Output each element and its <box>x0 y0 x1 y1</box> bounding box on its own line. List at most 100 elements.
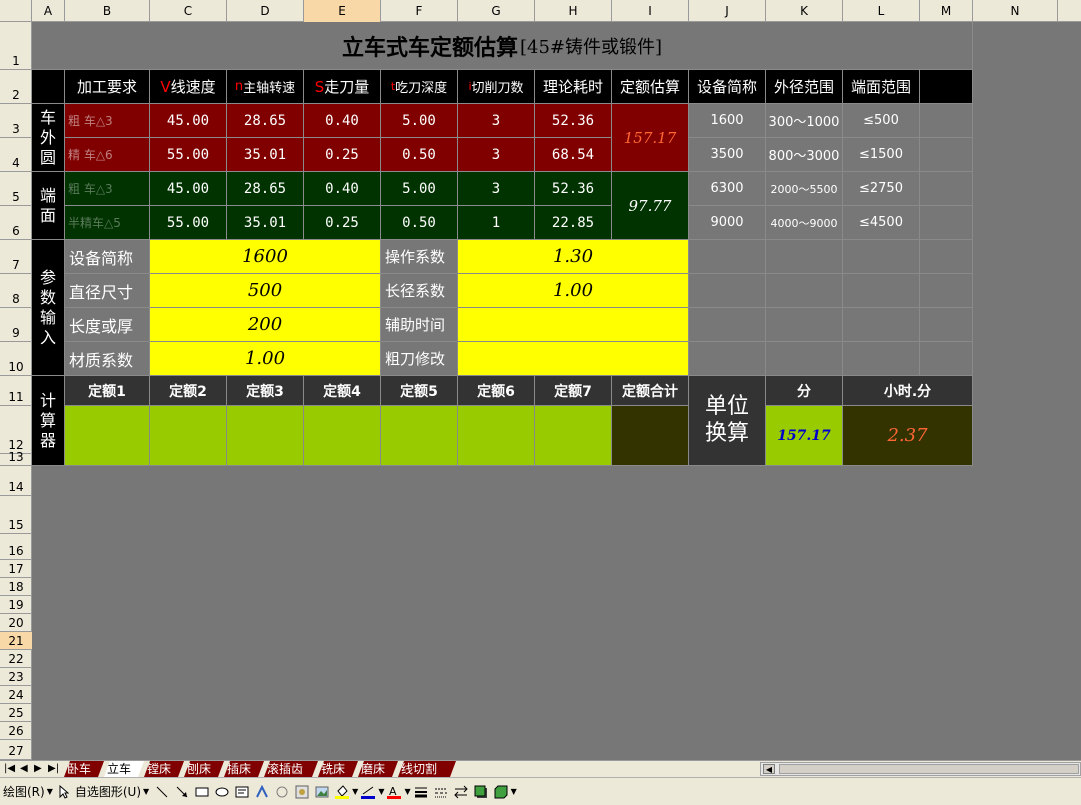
calc-input-6[interactable] <box>458 406 535 466</box>
row-header-2[interactable]: 2 <box>0 70 32 104</box>
row-header-9[interactable]: 9 <box>0 308 32 342</box>
face-row-2-n[interactable]: 35.01 <box>227 206 304 240</box>
param-aux-input[interactable] <box>458 308 689 342</box>
param-rough-label[interactable]: 粗刀修改 <box>381 342 458 376</box>
line-color-dropdown-icon[interactable]: ▼ <box>378 787 384 796</box>
select-pointer-icon[interactable] <box>59 784 70 799</box>
tab-first-icon[interactable]: |◀ <box>4 761 15 777</box>
section-label-face[interactable]: 端 面 <box>32 172 65 240</box>
column-header-M[interactable]: M <box>920 0 973 22</box>
face-row-1-s[interactable]: 0.40 <box>304 172 381 206</box>
header-estimate[interactable]: 定额估算 <box>612 70 689 104</box>
empty-cell[interactable] <box>689 342 766 376</box>
row-header-8[interactable]: 8 <box>0 274 32 308</box>
diagram-icon[interactable] <box>275 785 289 799</box>
sheet-tab-gunchachi[interactable]: 滚插齿 <box>264 761 318 777</box>
row-header-20[interactable]: 20 <box>0 614 32 632</box>
header-theory-time[interactable]: 理论耗时 <box>535 70 612 104</box>
column-header-K[interactable]: K <box>766 0 843 22</box>
tab-last-icon[interactable]: ▶| <box>48 761 59 777</box>
calc-header-4[interactable]: 定额4 <box>304 376 381 406</box>
column-header-G[interactable]: G <box>458 0 535 22</box>
face-row-1-v[interactable]: 45.00 <box>150 172 227 206</box>
face-row-2-i[interactable]: 1 <box>458 206 535 240</box>
shadow-style-icon[interactable] <box>474 785 488 799</box>
sheet-tab-xichuang[interactable]: 铣床 <box>318 761 358 777</box>
row-header-11[interactable]: 11 <box>0 376 32 406</box>
row-header-18[interactable]: 18 <box>0 578 32 596</box>
param-dia-input[interactable]: 500 <box>150 274 381 308</box>
row-header-4[interactable]: 4 <box>0 138 32 172</box>
equip-row-2-outer[interactable]: 800～3000 <box>766 138 843 172</box>
face-row-2-time[interactable]: 22.85 <box>535 206 612 240</box>
column-header-I[interactable]: I <box>612 0 689 22</box>
select-all-corner[interactable] <box>0 0 32 22</box>
calc-total-header[interactable]: 定额合计 <box>612 376 689 406</box>
line-color-icon[interactable] <box>361 785 376 799</box>
row-header-6[interactable]: 6 <box>0 206 32 240</box>
face-row-2-s[interactable]: 0.25 <box>304 206 381 240</box>
empty-cell[interactable] <box>843 274 920 308</box>
equip-row-2-face[interactable]: ≤1500 <box>843 138 920 172</box>
empty-cell[interactable] <box>843 240 920 274</box>
face-row-1-time[interactable]: 52.36 <box>535 172 612 206</box>
header-processing[interactable]: 加工要求 <box>65 70 150 104</box>
header-cutting-speed[interactable]: V 线速度 <box>150 70 227 104</box>
empty-cell[interactable] <box>689 274 766 308</box>
outer-row-1-v[interactable]: 45.00 <box>150 104 227 138</box>
empty-cell[interactable] <box>766 308 843 342</box>
row-header-26[interactable]: 26 <box>0 722 32 740</box>
row-header-17[interactable]: 17 <box>0 560 32 578</box>
outer-row-2-t[interactable]: 0.50 <box>381 138 458 172</box>
hours-header[interactable]: 小时.分 <box>843 376 973 406</box>
header-feed[interactable]: S 走刀量 <box>304 70 381 104</box>
outer-row-1-s[interactable]: 0.40 <box>304 104 381 138</box>
3d-style-icon[interactable] <box>494 785 508 799</box>
header-passes[interactable]: i 切削刀数 <box>458 70 535 104</box>
section-label-calc[interactable]: 计 算 器 <box>32 376 65 466</box>
font-color-icon[interactable]: A <box>387 785 402 799</box>
equip-row-3-blank[interactable] <box>920 172 973 206</box>
arrow-style-icon[interactable] <box>453 785 468 799</box>
face-row-1-t[interactable]: 5.00 <box>381 172 458 206</box>
column-header-J[interactable]: J <box>689 0 766 22</box>
equip-row-1-outer[interactable]: 300～1000 <box>766 104 843 138</box>
param-mat-label[interactable]: 材质系数 <box>65 342 150 376</box>
column-header-L[interactable]: L <box>843 0 920 22</box>
empty-cell[interactable] <box>766 240 843 274</box>
row-header-1[interactable]: 1 <box>0 22 32 70</box>
autoshape-menu-button[interactable]: 自选图形(U) ▼ <box>75 783 149 800</box>
param-equip-input[interactable]: 1600 <box>150 240 381 274</box>
outer-row-2-i[interactable]: 3 <box>458 138 535 172</box>
empty-cell[interactable] <box>920 240 973 274</box>
column-header-A[interactable]: A <box>32 0 65 22</box>
equip-row-3-face[interactable]: ≤2750 <box>843 172 920 206</box>
row-header-23[interactable]: 23 <box>0 668 32 686</box>
calc-header-5[interactable]: 定额5 <box>381 376 458 406</box>
row-header-21[interactable]: 21 <box>0 632 32 650</box>
calc-input-2[interactable] <box>150 406 227 466</box>
outer-row-2-label[interactable]: 精 车△6 <box>65 138 150 172</box>
row-header-19[interactable]: 19 <box>0 596 32 614</box>
sheet-tab-tangchuang[interactable]: 镗床 <box>144 761 184 777</box>
font-color-dropdown-icon[interactable]: ▼ <box>404 787 410 796</box>
header-depth[interactable]: t 吃刀深度 <box>381 70 458 104</box>
scroll-left-icon[interactable]: ◀ <box>763 764 775 774</box>
sheet-tab-xianqiege[interactable]: 线切割 <box>398 761 456 777</box>
minutes-value[interactable]: 157.17 <box>766 406 843 466</box>
param-len-input[interactable]: 200 <box>150 308 381 342</box>
outer-row-2-time[interactable]: 68.54 <box>535 138 612 172</box>
column-header-F[interactable]: F <box>381 0 458 22</box>
row-header-7[interactable]: 7 <box>0 240 32 274</box>
face-estimate[interactable]: 97.77 <box>612 172 689 240</box>
equip-row-3-outer[interactable]: 2000～5500 <box>766 172 843 206</box>
param-equip-label[interactable]: 设备简称 <box>65 240 150 274</box>
calc-header-1[interactable]: 定额1 <box>65 376 150 406</box>
param-op-input[interactable]: 1.30 <box>458 240 689 274</box>
sheet-tab-mochuang[interactable]: 磨床 <box>358 761 398 777</box>
hours-value[interactable]: 2.37 <box>843 406 973 466</box>
row-header-27[interactable]: 27 <box>0 740 32 760</box>
sheet-tab-liche[interactable]: 立车 <box>104 761 144 777</box>
wordart-icon[interactable] <box>255 784 269 799</box>
header-equipment[interactable]: 设备简称 <box>689 70 766 104</box>
